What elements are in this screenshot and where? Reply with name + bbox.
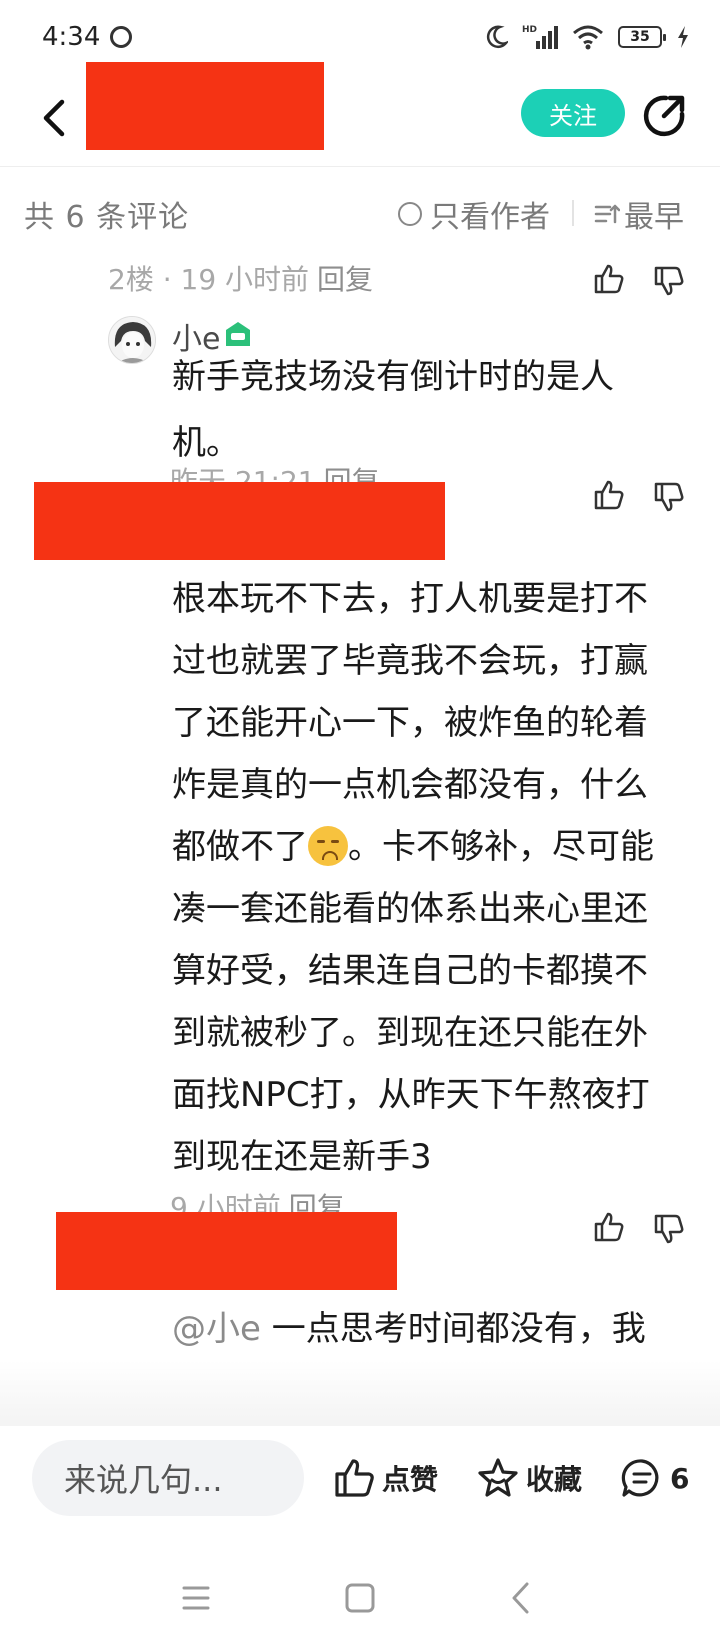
- header-divider: [0, 166, 720, 167]
- comment-text-part2: 。卡不够补，尽可能凑一套还能看的体系出来心里还算好受，结果连自己的卡都摸不到就被…: [172, 827, 654, 1177]
- signal-icon: HD: [522, 25, 558, 49]
- thumbs-up-icon[interactable]: [592, 1210, 626, 1244]
- thumbs-down-icon[interactable]: [652, 264, 686, 298]
- comment-meta: 2楼 · 19 小时前 回复: [108, 258, 373, 298]
- thumbs-up-icon[interactable]: [592, 262, 626, 296]
- home-icon[interactable]: [340, 1578, 380, 1618]
- avatar[interactable]: [108, 316, 156, 364]
- svg-text:HD: HD: [522, 25, 537, 35]
- author-only-toggle[interactable]: 只看作者: [398, 192, 550, 236]
- comment-button[interactable]: 6: [620, 1456, 689, 1500]
- separator: [572, 200, 574, 226]
- radio-icon: [398, 202, 422, 226]
- like-button[interactable]: 点赞: [332, 1456, 438, 1500]
- sort-button[interactable]: 最早: [594, 192, 684, 236]
- title-bar: 关注: [0, 62, 720, 172]
- favorite-button[interactable]: 收藏: [476, 1456, 582, 1500]
- comment-meta-text: 2楼 · 19 小时前: [108, 263, 310, 296]
- author-only-label: 只看作者: [430, 200, 550, 235]
- status-time: 4:34: [42, 22, 101, 52]
- comment-text-part1: 根本玩不下去，打人机要是打不过也就罢了毕竟我不会玩，打赢了还能开心一下，被炸鱼的…: [172, 579, 648, 867]
- menu-icon[interactable]: [176, 1578, 216, 1618]
- notification-face-icon: [110, 26, 132, 48]
- thumbs-down-icon[interactable]: [652, 1212, 686, 1246]
- comment-text: 新手竞技场没有倒计时的是人机。: [172, 357, 614, 463]
- like-label: 点赞: [382, 1463, 439, 1496]
- back-arrow-icon: [43, 99, 65, 137]
- battery-icon: 35: [618, 26, 666, 48]
- star-icon: [478, 1458, 518, 1497]
- redacted-commenter: [34, 482, 445, 560]
- avatar-image: [109, 317, 155, 363]
- comment-input[interactable]: 来说几句...: [32, 1440, 304, 1516]
- redacted-author-name: [86, 62, 324, 150]
- sort-label: 最早: [624, 200, 684, 235]
- back-button[interactable]: [32, 96, 76, 140]
- moon-icon: [486, 25, 508, 49]
- scroll-fade: [0, 1360, 720, 1430]
- wifi-icon: [573, 25, 603, 50]
- battery-level: 35: [630, 29, 650, 45]
- comment-count-badge: 6: [670, 1461, 690, 1495]
- back-icon[interactable]: [502, 1578, 542, 1618]
- follow-button[interactable]: 关注: [521, 89, 625, 137]
- sort-icon: [594, 204, 620, 224]
- reply-button[interactable]: 回复: [317, 263, 373, 296]
- thumbs-up-icon: [335, 1459, 374, 1497]
- comment-header: 共 6 条评论 只看作者 最早: [0, 186, 720, 236]
- comment-count: 共 6 条评论: [24, 200, 190, 235]
- charging-icon: [678, 26, 688, 48]
- thumbs-up-icon[interactable]: [592, 478, 626, 512]
- mention-link[interactable]: @小e: [172, 1309, 261, 1349]
- favorite-label: 收藏: [526, 1463, 583, 1496]
- status-icons: HD 35: [484, 22, 690, 52]
- thumbs-down-icon[interactable]: [652, 480, 686, 514]
- redacted-commenter: [56, 1212, 397, 1290]
- bottom-bar: 来说几句... 点赞 收藏 6: [0, 1426, 720, 1536]
- comment-bubble-icon: [621, 1459, 659, 1497]
- comment-text: 根本玩不下去，打人机要是打不过也就罢了毕竟我不会玩，打赢了还能开心一下，被炸鱼的…: [172, 568, 672, 1188]
- share-icon[interactable]: [640, 92, 688, 140]
- system-nav-bar: [0, 1556, 720, 1640]
- tired-face-emoji-icon: [308, 826, 348, 866]
